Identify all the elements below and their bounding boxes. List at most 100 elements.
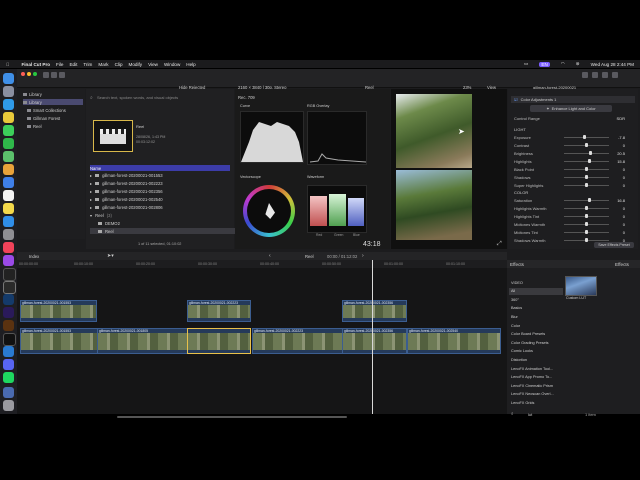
light-value[interactable]: 0 xyxy=(609,183,625,188)
sidebar-item-library[interactable]: Library xyxy=(23,99,83,105)
effects-category-item[interactable]: All xyxy=(509,287,563,295)
light-row[interactable]: Brightness 20.5 xyxy=(514,150,634,156)
control-range-row[interactable]: Control Range SDR xyxy=(514,115,634,121)
illustrator-icon[interactable] xyxy=(3,320,14,331)
light-row[interactable]: Exposure -7.8 xyxy=(514,134,634,140)
effects-category-item[interactable]: LenoFX App Promo To... xyxy=(509,374,563,381)
podcasts-icon[interactable] xyxy=(3,255,14,266)
color-value[interactable]: 16.8 xyxy=(609,198,625,203)
color-slider[interactable] xyxy=(564,206,609,210)
effect-header[interactable]: ☑ Color Adjustments 1 xyxy=(511,96,635,103)
light-slider[interactable] xyxy=(564,183,609,187)
search-input[interactable]: Search text, spoken words, and visual ob… xyxy=(97,95,178,100)
color-slider[interactable] xyxy=(564,238,609,242)
list-item[interactable]: ▸ gillman-forest-20200021-002540 xyxy=(90,196,230,202)
effects-category-item[interactable]: Color Board Presets xyxy=(509,331,563,338)
color-row[interactable]: Highlights Tint 0 xyxy=(514,213,634,219)
timeline-clip[interactable]: gillman-forest-20200021-002223 xyxy=(187,300,251,322)
slider-knob[interactable] xyxy=(585,167,588,171)
effects-search-input[interactable]: lut xyxy=(528,412,532,417)
music-icon[interactable] xyxy=(3,242,14,253)
disclosure-icon[interactable]: ▸ xyxy=(90,173,92,178)
background-tasks-icon[interactable] xyxy=(59,72,65,78)
color-slider[interactable] xyxy=(564,198,609,202)
slider-knob[interactable] xyxy=(585,230,588,234)
mail-icon[interactable] xyxy=(3,177,14,188)
notes-icon[interactable] xyxy=(3,203,14,214)
messages-icon[interactable] xyxy=(3,125,14,136)
wifi-icon[interactable]: ◠ xyxy=(561,61,565,67)
effect-enable-checkbox[interactable]: ☑ xyxy=(514,97,518,102)
list-item[interactable]: DEMO2 xyxy=(90,220,238,226)
slider-knob[interactable] xyxy=(589,151,593,155)
control-center-icon[interactable]: ⊜ xyxy=(576,61,580,67)
menu-trim[interactable]: Trim xyxy=(83,62,92,67)
final-cut-icon[interactable] xyxy=(3,281,16,294)
effects-category-item[interactable]: VIDEO xyxy=(509,279,563,286)
keyword-icon[interactable] xyxy=(51,72,57,78)
inspector-toggle-icon[interactable] xyxy=(612,72,618,78)
apple-icon[interactable]:  xyxy=(6,62,9,67)
premiere-icon[interactable] xyxy=(3,307,14,318)
effects-category-item[interactable]: LenoFX Cinematic Prism xyxy=(509,382,563,389)
launchpad-icon[interactable] xyxy=(3,86,14,97)
disclosure-icon[interactable]: ▸ xyxy=(90,181,92,186)
slider-knob[interactable] xyxy=(585,206,588,210)
browser-toggle-icon[interactable] xyxy=(592,72,598,78)
effects-category-item[interactable]: Color xyxy=(509,322,563,329)
slider-knob[interactable] xyxy=(585,214,588,218)
timeline-scrollbar[interactable] xyxy=(117,416,347,418)
chrome-icon[interactable] xyxy=(3,112,14,123)
disclosure-icon[interactable]: ▸ xyxy=(90,205,92,210)
vscode-icon[interactable] xyxy=(3,346,14,357)
light-value[interactable]: -7.8 xyxy=(609,135,625,140)
list-header[interactable]: Name xyxy=(90,165,230,171)
effects-category-item[interactable]: 360° xyxy=(509,296,563,303)
light-value[interactable]: 15.8 xyxy=(609,159,625,164)
list-item[interactable]: Reel xyxy=(90,228,238,234)
effects-installed-dropdown[interactable]: Effects xyxy=(615,262,629,267)
menu-file[interactable]: File xyxy=(56,62,63,67)
light-row[interactable]: Black Point 0 xyxy=(514,166,634,172)
timeline-clip[interactable]: gillman-forest-20200021-001553 xyxy=(20,300,97,322)
light-slider[interactable] xyxy=(564,143,609,147)
downloads-icon[interactable] xyxy=(3,387,14,398)
timeline-clip[interactable]: gillman-forest-20200021-001553 xyxy=(20,328,98,354)
effects-category-item[interactable]: LenoFX Neoscan Overl... xyxy=(509,391,563,398)
maps-icon[interactable] xyxy=(3,151,14,162)
effects-category-item[interactable]: Color Grading Presets xyxy=(509,339,563,346)
enhance-light-color-button[interactable]: ✦ Enhance Light and Color xyxy=(530,105,612,112)
timeline-clip[interactable]: gillman-forest-20200021-002356 xyxy=(342,300,407,322)
import-icon[interactable] xyxy=(43,72,49,78)
color-value[interactable]: 0 xyxy=(609,206,625,211)
photos-icon[interactable] xyxy=(3,164,14,175)
calendar-icon[interactable] xyxy=(3,190,14,201)
menu-mark[interactable]: Mark xyxy=(98,62,108,67)
color-value[interactable]: 0 xyxy=(609,238,625,243)
color-slider[interactable] xyxy=(564,214,609,218)
tool-select-icon[interactable]: ➤▾ xyxy=(107,253,114,259)
color-row[interactable]: Midtones Warmth 0 xyxy=(514,221,634,227)
slider-knob[interactable] xyxy=(588,159,592,163)
sidebar-item-library-root[interactable]: Library xyxy=(23,91,42,97)
close-window-icon[interactable] xyxy=(21,72,25,76)
effects-category-item[interactable]: Basics xyxy=(509,305,563,312)
timeline-toggle-icon[interactable] xyxy=(602,72,608,78)
share-icon[interactable] xyxy=(582,72,588,78)
slider-knob[interactable] xyxy=(585,222,588,226)
light-value[interactable]: 20.5 xyxy=(609,151,625,156)
light-row[interactable]: Highlights 15.8 xyxy=(514,158,634,164)
sidebar-item-reel[interactable]: Reel xyxy=(27,123,42,129)
light-row[interactable]: Super Highlights 0 xyxy=(514,182,634,188)
trash-icon[interactable] xyxy=(3,400,14,411)
disclosure-icon[interactable]: ▸ xyxy=(90,197,92,202)
discord-icon[interactable] xyxy=(3,359,14,370)
terminal-icon[interactable] xyxy=(3,333,16,346)
list-item[interactable]: ▸ gillman-forest-20200021-001553 xyxy=(90,172,230,178)
effects-category-item[interactable]: LenoFX Grids xyxy=(509,399,563,406)
effects-category-item[interactable]: Blur xyxy=(509,313,563,320)
menu-window[interactable]: Window xyxy=(164,62,180,67)
disclosure-icon[interactable]: ▸ xyxy=(90,189,92,194)
spotify-icon[interactable] xyxy=(3,372,14,383)
minimize-window-icon[interactable] xyxy=(27,72,31,76)
